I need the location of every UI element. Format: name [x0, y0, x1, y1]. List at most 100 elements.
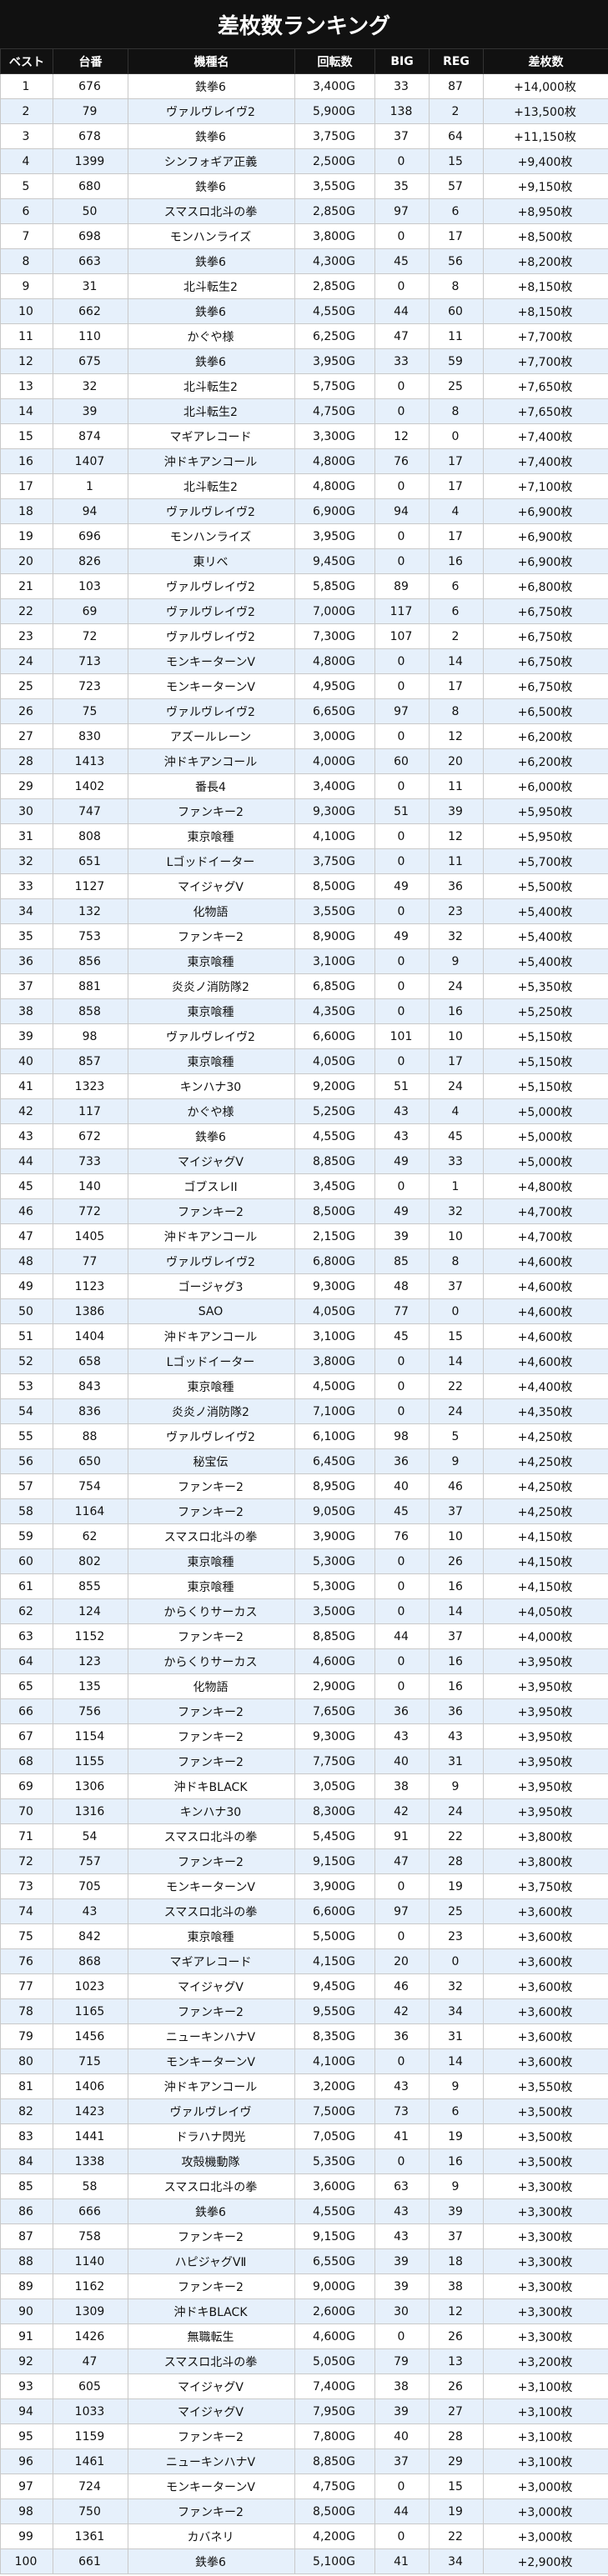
reg-cell: 20 [429, 748, 484, 774]
coin-difference-cell: +4,250枚 [483, 1423, 608, 1449]
big-cell: 76 [374, 1523, 430, 1549]
rank-cell: 52 [0, 1348, 53, 1374]
spins-cell: 2,600G [294, 2298, 375, 2324]
spins-cell: 3,800G [294, 1348, 375, 1374]
coin-difference-cell: +3,600枚 [483, 1973, 608, 1999]
machine-number-cell: 140 [53, 1173, 128, 1199]
table-row: 48 77 ヴァルヴレイヴ2 6,800G 85 8 +4,600枚 [0, 1248, 608, 1274]
spins-cell: 7,050G [294, 2123, 375, 2149]
machine-name-cell: ヴァルヴレイヴ2 [128, 98, 295, 124]
rank-cell: 76 [0, 1948, 53, 1974]
machine-number-cell: 1316 [53, 1798, 128, 1824]
machine-number-cell: 58 [53, 2173, 128, 2199]
machine-number-cell: 857 [53, 1048, 128, 1074]
big-cell: 0 [374, 523, 430, 549]
reg-cell: 10 [429, 1223, 484, 1249]
big-cell: 43 [374, 1123, 430, 1149]
machine-name-cell: 東京喰種 [128, 1373, 295, 1399]
machine-number-cell: 676 [53, 73, 128, 99]
table-row: 52 658 Lゴッドイーター 3,800G 0 14 +4,600枚 [0, 1348, 608, 1374]
reg-cell: 15 [429, 1323, 484, 1349]
machine-name-cell: モンキーターンV [128, 1873, 295, 1899]
reg-cell: 17 [429, 523, 484, 549]
reg-cell: 15 [429, 2473, 484, 2499]
spins-cell: 5,300G [294, 1573, 375, 1599]
reg-cell: 16 [429, 998, 484, 1024]
machine-number-cell: 1441 [53, 2123, 128, 2149]
big-cell: 0 [374, 1373, 430, 1399]
rank-cell: 40 [0, 1048, 53, 1074]
table-row: 6 50 スマスロ北斗の拳 2,850G 97 6 +8,950枚 [0, 198, 608, 224]
big-cell: 0 [374, 848, 430, 874]
rank-cell: 37 [0, 973, 53, 999]
machine-name-cell: モンキーターンV [128, 2048, 295, 2074]
reg-cell: 5 [429, 1423, 484, 1449]
coin-difference-cell: +5,700枚 [483, 848, 608, 874]
reg-cell: 12 [429, 823, 484, 849]
spins-cell: 3,000G [294, 723, 375, 749]
coin-difference-cell: +4,600枚 [483, 1348, 608, 1374]
machine-number-cell: 733 [53, 1148, 128, 1174]
table-row: 90 1309 沖ドキBLACK 2,600G 30 12 +3,300枚 [0, 2298, 608, 2324]
rank-cell: 15 [0, 423, 53, 449]
spins-cell: 7,650G [294, 1698, 375, 1724]
big-cell: 43 [374, 1098, 430, 1124]
machine-name-cell: 無職転生 [128, 2323, 295, 2349]
machine-number-cell: 79 [53, 98, 128, 124]
rank-cell: 35 [0, 923, 53, 949]
rank-cell: 65 [0, 1673, 53, 1699]
spins-cell: 2,500G [294, 148, 375, 174]
table-row: 37 881 炎炎ノ消防隊2 6,850G 0 24 +5,350枚 [0, 973, 608, 999]
spins-cell: 6,450G [294, 1448, 375, 1474]
big-cell: 0 [374, 1598, 430, 1624]
big-cell: 0 [374, 548, 430, 574]
table-row: 72 757 ファンキー2 9,150G 47 28 +3,800枚 [0, 1848, 608, 1874]
rank-cell: 93 [0, 2373, 53, 2399]
coin-difference-cell: +5,950枚 [483, 798, 608, 824]
rank-cell: 74 [0, 1898, 53, 1924]
rank-cell: 22 [0, 598, 53, 624]
machine-name-cell: ファンキー2 [128, 923, 295, 949]
machine-number-cell: 713 [53, 648, 128, 674]
rank-cell: 77 [0, 1973, 53, 1999]
reg-cell: 37 [429, 1498, 484, 1524]
ranking-table: ベスト 台番 機種名 回転数 BIG REG 差枚数 1 676 鉄拳6 3,400G… [0, 48, 608, 2574]
big-cell: 0 [374, 673, 430, 699]
coin-difference-cell: +3,600枚 [483, 1948, 608, 1974]
spins-cell: 3,900G [294, 1523, 375, 1549]
spins-cell: 4,950G [294, 673, 375, 699]
table-row: 41 1323 キンハナ30 9,200G 51 24 +5,150枚 [0, 1073, 608, 1099]
rank-cell: 79 [0, 2023, 53, 2049]
big-cell: 85 [374, 1248, 430, 1274]
spins-cell: 8,850G [294, 2448, 375, 2474]
spins-cell: 5,100G [294, 2548, 375, 2574]
machine-name-cell: ファンキー2 [128, 1998, 295, 2024]
reg-cell: 16 [429, 1648, 484, 1674]
reg-cell: 37 [429, 1623, 484, 1649]
machine-number-cell: 62 [53, 1523, 128, 1549]
rank-cell: 75 [0, 1923, 53, 1949]
table-row: 92 47 スマスロ北斗の拳 5,050G 79 13 +3,200枚 [0, 2348, 608, 2374]
reg-cell: 6 [429, 573, 484, 599]
rank-cell: 23 [0, 623, 53, 649]
machine-number-cell: 1413 [53, 748, 128, 774]
table-row: 83 1441 ドラハナ閃光 7,050G 41 19 +3,500枚 [0, 2123, 608, 2149]
machine-number-cell: 1323 [53, 1073, 128, 1099]
coin-difference-cell: +6,900枚 [483, 498, 608, 524]
coin-difference-cell: +6,750枚 [483, 598, 608, 624]
spins-cell: 3,100G [294, 1323, 375, 1349]
table-row: 68 1155 ファンキー2 7,750G 40 31 +3,950枚 [0, 1748, 608, 1774]
reg-cell: 9 [429, 1773, 484, 1799]
machine-number-cell: 117 [53, 1098, 128, 1124]
machine-number-cell: 672 [53, 1123, 128, 1149]
machine-name-cell: 攻殻機動隊 [128, 2148, 295, 2174]
table-row: 36 856 東京喰種 3,100G 0 9 +5,400枚 [0, 948, 608, 974]
machine-name-cell: 東リベ [128, 548, 295, 574]
machine-number-cell: 1461 [53, 2448, 128, 2474]
reg-cell: 0 [429, 423, 484, 449]
big-cell: 0 [374, 948, 430, 974]
spins-cell: 4,200G [294, 2523, 375, 2549]
rank-cell: 14 [0, 398, 53, 424]
reg-cell: 17 [429, 448, 484, 474]
coin-difference-cell: +6,750枚 [483, 648, 608, 674]
